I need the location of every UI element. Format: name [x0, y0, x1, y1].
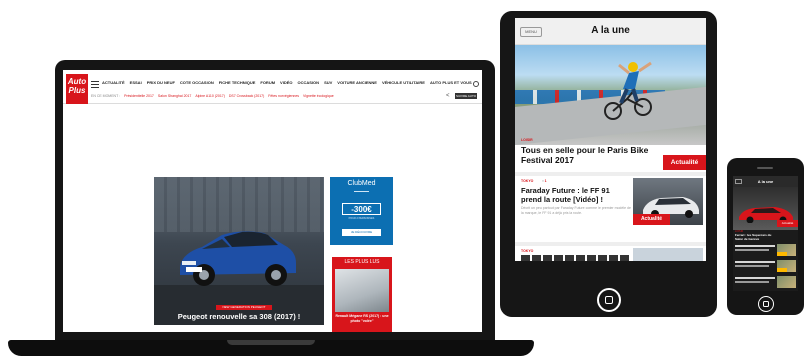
lead-headline[interactable]: Ferrari : les Supercars du Salon de Genè… — [735, 233, 775, 241]
trending-link[interactable]: DS7 Crossback (2017) — [229, 94, 264, 98]
laptop-screen: Auto Plus ACTUALITÉ ESSAI PRIX DU NEUF C… — [63, 70, 482, 332]
search-icon[interactable] — [473, 81, 479, 87]
list-item-badge — [777, 252, 787, 256]
home-square-icon — [763, 301, 769, 307]
list-item-title — [735, 261, 775, 263]
trending-label: EN CE MOMENT : — [91, 94, 121, 98]
site-logo[interactable]: Auto Plus — [66, 74, 88, 104]
nav-item[interactable]: PRIX DU NEUF — [147, 80, 175, 85]
trending-link[interactable]: Salon Shanghai 2017 — [158, 94, 191, 98]
article-category-badge: Actualité — [633, 214, 670, 225]
tablet-screen: MENU A la une LOISIR Tous en selle pour … — [515, 18, 706, 261]
nav-item[interactable]: VOITURE ANCIENNE — [337, 80, 377, 85]
ad-cta-button[interactable]: JE DÉCOUVRE — [342, 229, 381, 236]
phone-header: A la une — [733, 176, 798, 187]
lead-category-badge: Actualité — [663, 155, 706, 170]
nav-item[interactable]: FICHE TECHNIQUE — [219, 80, 256, 85]
list-item-excerpt — [735, 265, 769, 267]
nav-item[interactable]: VÉHICULE UTILITAIRE — [382, 80, 425, 85]
list-item[interactable] — [735, 276, 796, 290]
hamburger-menu-icon[interactable] — [91, 81, 99, 88]
tablet-header: MENU A la une — [515, 18, 706, 45]
trending-link[interactable]: Présidentielle 2017 — [124, 94, 154, 98]
article-kicker: TOKYO — [521, 249, 534, 253]
follow-button[interactable]: SUIVRE AUTO PLUS — [455, 93, 477, 104]
article-headline-placeholder[interactable] — [521, 255, 631, 261]
lead-category-badge: Actualité — [777, 220, 798, 227]
nav-item[interactable]: OCCASION — [298, 80, 320, 85]
logo-line-1: Auto — [67, 77, 87, 86]
nav-item[interactable]: VIDÉO — [280, 80, 292, 85]
lead-kicker: LOISIR — [521, 138, 533, 142]
list-item-excerpt — [735, 249, 769, 251]
nav-item[interactable]: ESSAI — [130, 80, 142, 85]
trending-link[interactable]: Vignette écologique — [303, 94, 334, 98]
hero-tag: NEW GENERATION PEUGEOT — [216, 305, 272, 310]
divider — [515, 172, 706, 176]
article-thumbnail[interactable] — [633, 248, 703, 261]
bmx-rider-image — [604, 61, 652, 120]
list-item-thumbnail — [777, 276, 796, 288]
peugeot-308-image — [180, 231, 296, 286]
hero-article[interactable]: NEW GENERATION PEUGEOT Peugeot renouvell… — [154, 177, 324, 325]
phone-screen: A la une Actualité LOISIR Ferrari : les … — [733, 176, 798, 291]
most-read-label: LES PLUS LUS — [332, 257, 392, 267]
nav-item[interactable]: COTE OCCASION — [180, 80, 214, 85]
ad-logo-icon — [354, 191, 369, 196]
list-item-title — [735, 245, 775, 247]
lead-image[interactable] — [515, 45, 706, 145]
page-title: A la une — [591, 25, 630, 36]
clubmed-ad[interactable]: ClubMed -300€ POUR 2 PERSONNES JE DÉCOUV… — [330, 177, 393, 245]
ad-brand: ClubMed — [347, 180, 376, 187]
article-headline[interactable]: Faraday Future : le FF 91 prend la route… — [521, 186, 631, 204]
main-navigation: ACTUALITÉ ESSAI PRIX DU NEUF COTE OCCASI… — [102, 80, 472, 85]
list-item[interactable] — [735, 260, 796, 274]
most-read-card[interactable]: Renault Mégane RS (2017) : une photo "vo… — [332, 267, 392, 332]
laptop-notch — [227, 340, 315, 345]
divider — [515, 242, 706, 246]
ad-price: -300€ — [342, 203, 381, 215]
comment-icon: ▪ — [542, 179, 544, 183]
article-kicker: TOKYO ▪ 1 — [521, 179, 547, 183]
site-header: Auto Plus ACTUALITÉ ESSAI PRIX DU NEUF C… — [63, 70, 482, 104]
trending-link[interactable]: Alpine A110 (2017) — [195, 94, 225, 98]
trending-bar: EN CE MOMENT : Présidentielle 2017 Salon… — [91, 94, 334, 98]
article-kicker-text: TOKYO — [521, 179, 534, 183]
nav-item[interactable]: AUTO PLUS ET VOUS — [430, 80, 472, 85]
nav-item[interactable]: SUV — [324, 80, 332, 85]
trending-link[interactable]: Fêtes norvégiennes — [268, 94, 299, 98]
list-item-badge — [777, 268, 787, 272]
list-item[interactable] — [735, 244, 796, 258]
page-title: A la une — [757, 179, 774, 184]
article-excerpt: Décrit un peu partout par Faraday Future… — [521, 206, 631, 215]
most-read-caption[interactable]: Renault Mégane RS (2017) : une photo "vo… — [334, 314, 390, 323]
hero-caption[interactable]: Peugeot renouvelle sa 308 (2017) ! — [154, 312, 324, 321]
nav-item[interactable]: ACTUALITÉ — [102, 80, 125, 85]
lead-headline[interactable]: Tous en selle pour le Paris Bike Festiva… — [521, 145, 661, 165]
ad-fineprint: POUR 2 PERSONNES — [348, 217, 375, 220]
phone-speaker — [757, 167, 773, 169]
most-read-image — [335, 269, 389, 312]
logo-line-2: Plus — [68, 86, 86, 95]
list-item-excerpt — [735, 281, 769, 283]
home-square-icon — [605, 296, 613, 304]
share-icon[interactable]: < — [446, 93, 450, 99]
list-item-title — [735, 277, 775, 279]
comment-count: 1 — [544, 179, 547, 183]
nav-item[interactable]: FORUM — [260, 80, 275, 85]
